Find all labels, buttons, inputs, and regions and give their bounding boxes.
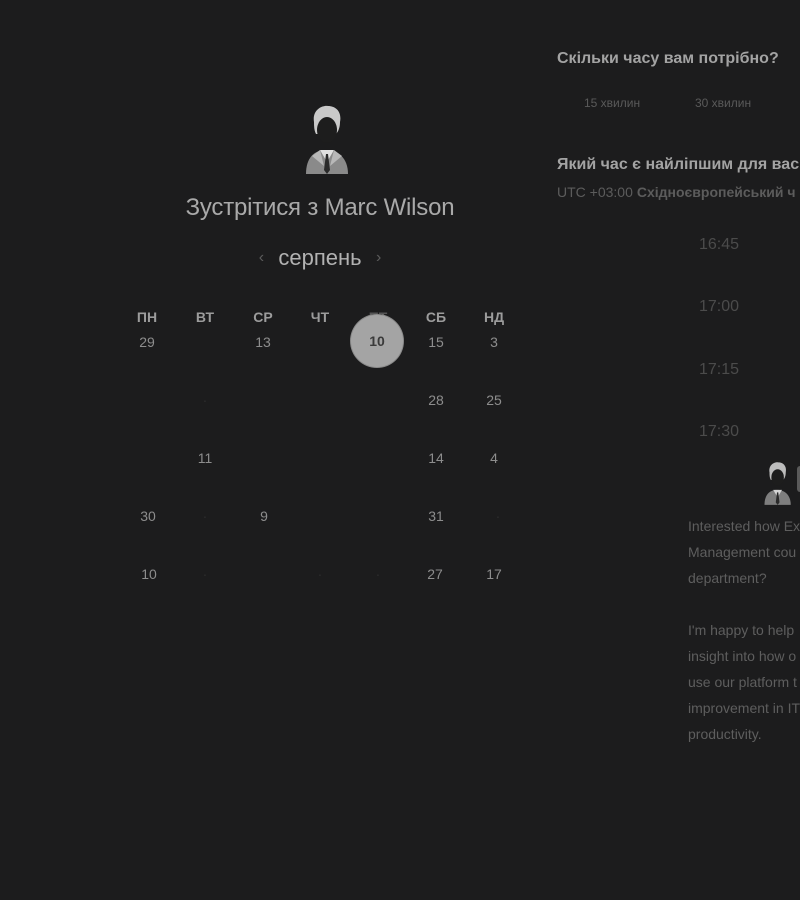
calendar-day-selected[interactable]: 10: [351, 315, 403, 367]
intro-line: Management cou: [688, 544, 797, 560]
calendar-day[interactable]: 3: [474, 332, 514, 352]
intro-line: Interested how Ex: [688, 518, 800, 534]
weekday-tue: ВТ: [195, 309, 215, 325]
calendar-day[interactable]: 30: [128, 506, 168, 526]
time-slot[interactable]: 16:45: [699, 236, 739, 254]
calendar-day-unavailable: ·: [202, 508, 208, 524]
weekday-wed: СР: [253, 309, 273, 325]
calendar-day[interactable]: 31: [416, 506, 456, 526]
intro-line: I'm happy to help: [688, 622, 795, 638]
month-navigation: ‹ серпень ›: [200, 242, 440, 274]
month-label: серпень: [278, 245, 362, 270]
calendar-day[interactable]: 4: [474, 448, 514, 468]
intro-line: use our platform t: [688, 674, 797, 690]
host-avatar-small: [764, 462, 791, 505]
calendar-day[interactable]: 10: [129, 564, 169, 584]
host-intro-text: Interested how Ex Management cou departm…: [688, 513, 800, 747]
host-avatar: [306, 105, 348, 174]
calendar-day[interactable]: 28: [416, 390, 456, 410]
scheduler-page: Зустрітися з Marc Wilson ‹ серпень › ПН …: [0, 0, 800, 900]
calendar-day-unavailable: ·: [317, 566, 323, 582]
time-slot[interactable]: 17:30: [699, 423, 739, 441]
calendar-day-unavailable: ·: [375, 566, 381, 582]
calendar-day[interactable]: 29: [127, 332, 167, 352]
intro-line: productivity.: [688, 726, 762, 742]
weekday-sun: НД: [483, 309, 505, 325]
chevron-right-icon[interactable]: ›: [368, 249, 390, 267]
calendar-day-unavailable: ·: [202, 566, 208, 582]
calendar-day[interactable]: 13: [243, 332, 283, 352]
intro-line: department?: [688, 570, 767, 586]
timezone-label[interactable]: UTC +03:00 Східноєвропейський ч: [557, 184, 795, 200]
duration-question: Скільки часу вам потрібно?: [557, 50, 779, 67]
timezone-name: Східноєвропейський ч: [636, 184, 796, 200]
timezone-offset: UTC +03:00: [557, 184, 633, 200]
calendar-day[interactable]: 15: [416, 332, 456, 352]
time-question: Який час є найліпшим для вас: [557, 156, 800, 173]
time-slot[interactable]: 17:00: [699, 298, 739, 316]
calendar-day[interactable]: 11: [185, 448, 225, 468]
intro-line: insight into how o: [688, 648, 797, 664]
calendar-day-unavailable: ·: [202, 392, 208, 408]
duration-option-30[interactable]: 30 хвилин: [695, 96, 751, 110]
calendar-day[interactable]: 27: [415, 564, 455, 584]
calendar-day-unavailable: ·: [495, 508, 501, 524]
chevron-left-icon[interactable]: ‹: [250, 249, 272, 267]
weekday-thu: ЧТ: [310, 309, 330, 325]
duration-option-15[interactable]: 15 хвилин: [584, 96, 640, 110]
calendar-day[interactable]: 17: [474, 564, 514, 584]
calendar-day[interactable]: 14: [416, 448, 456, 468]
calendar-day[interactable]: 25: [474, 390, 514, 410]
weekday-mon: ПН: [136, 309, 158, 325]
calendar-day[interactable]: 9: [244, 506, 284, 526]
intro-line: improvement in IT: [688, 700, 800, 716]
time-slot[interactable]: 17:15: [699, 361, 739, 379]
meeting-title: Зустрітися з Marc Wilson: [185, 194, 455, 221]
weekday-sat: СБ: [425, 309, 447, 325]
